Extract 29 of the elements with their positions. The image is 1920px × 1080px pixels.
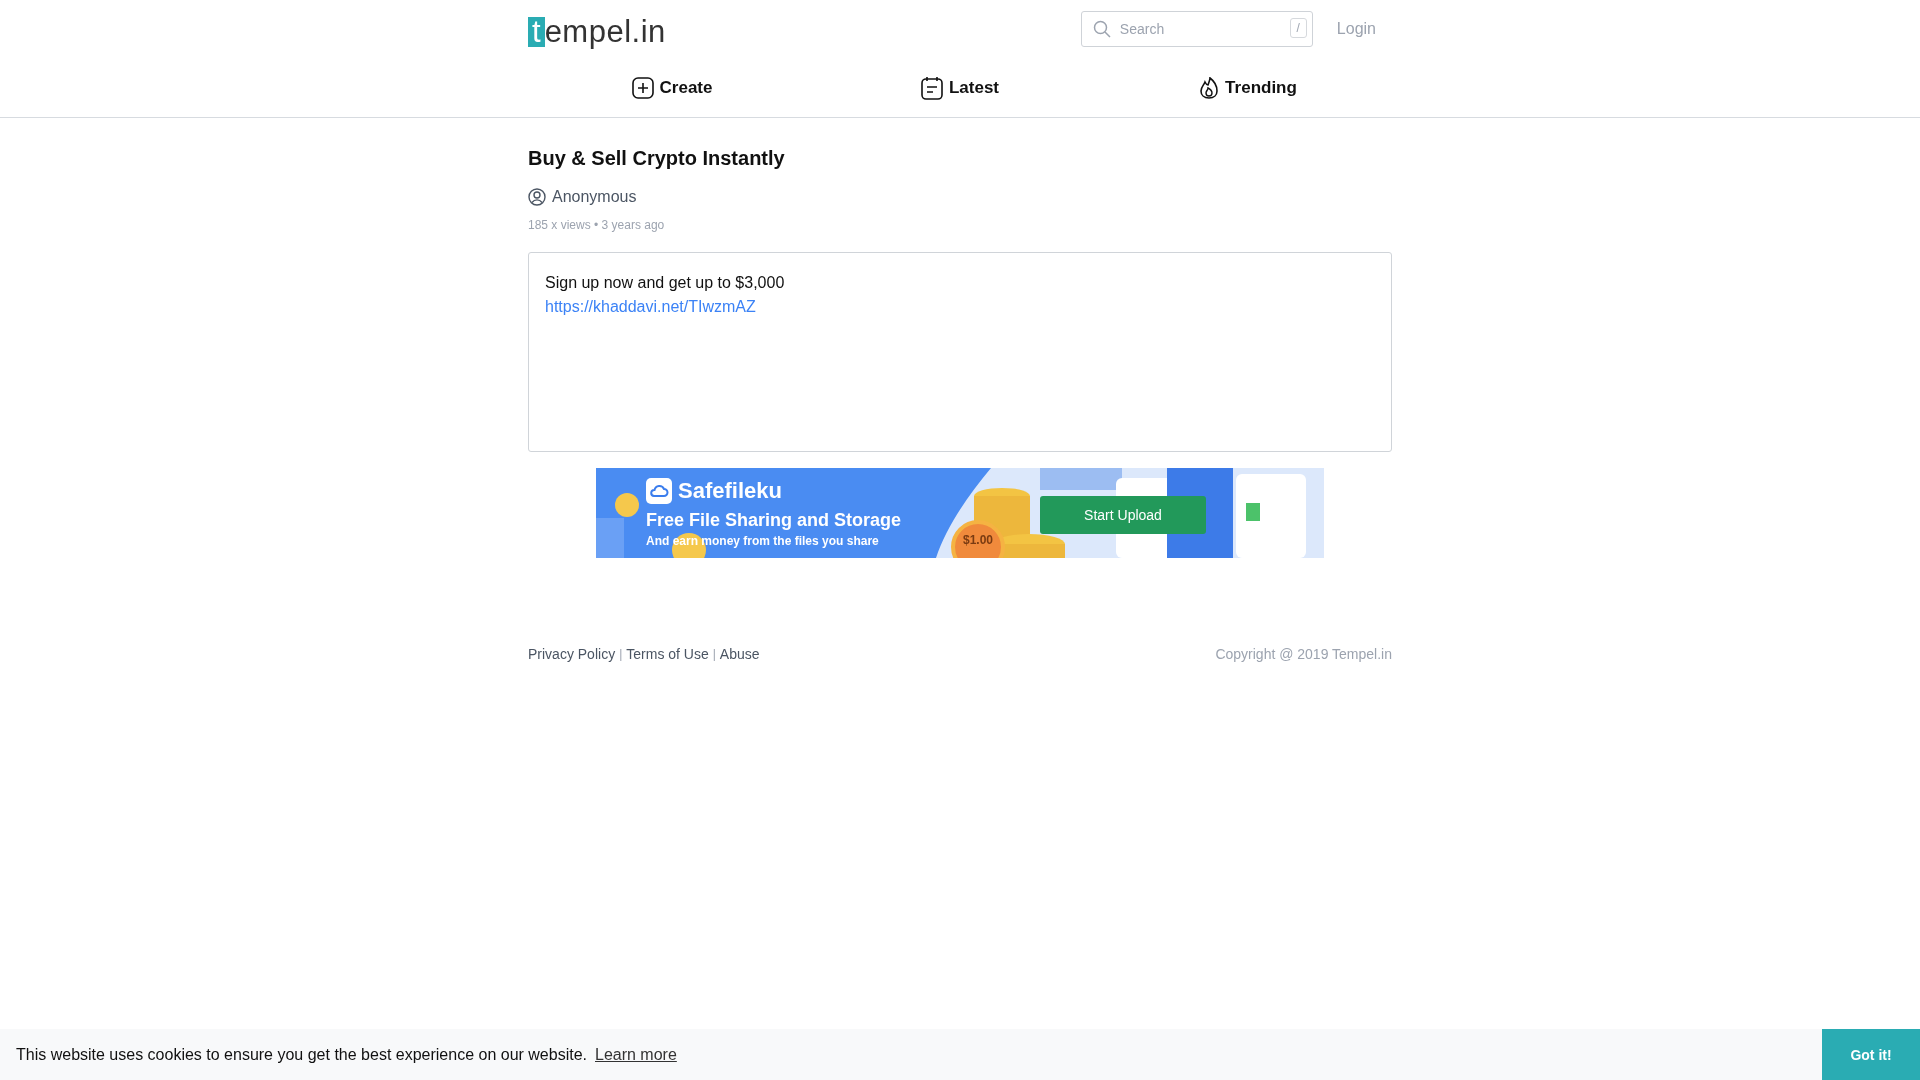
paste-title: Buy & Sell Crypto Instantly [528, 146, 786, 171]
ad-headline: Free File Sharing and Storage [646, 510, 902, 531]
separator: | [619, 647, 623, 661]
footer-link[interactable]: Terms of Use [626, 646, 709, 662]
separator: | [712, 647, 716, 661]
ad-banner[interactable]: Safefileku Free File Sharing and Storage And earn money from the files you share $1.00 Start Upload [596, 468, 1324, 558]
cloud-icon [646, 478, 672, 504]
nav-link[interactable]: Latest [816, 75, 1104, 100]
flame-icon [1199, 76, 1220, 99]
shortcut-key: / [1289, 18, 1307, 38]
search-icon [1092, 20, 1111, 38]
paste-link[interactable]: https://khaddavi.net/TIwzmAZ [545, 295, 1375, 319]
footer-link[interactable]: Abuse [719, 646, 760, 662]
start-upload-button[interactable]: Start Upload [1040, 496, 1206, 534]
paste-meta: 185 x views • 3 years ago [528, 218, 666, 232]
copyright-text: Copyright @ 2019 Tempel.in [1215, 646, 1392, 662]
plus-square-icon [631, 76, 654, 99]
learn-more-link[interactable]: Learn more [595, 1045, 677, 1064]
footer-link[interactable]: Privacy Policy [528, 646, 616, 662]
author-name: Anonymous [552, 188, 637, 206]
ad-brand: Safefileku [678, 478, 782, 504]
cookie-message: This website uses cookies to ensure you get the best experience on our website. [16, 1045, 587, 1064]
site-logo[interactable]: tempel.in [528, 15, 666, 47]
nav-link[interactable]: Trending [1104, 76, 1392, 99]
nav-link[interactable]: Create [528, 76, 816, 99]
ad-subline: And earn money from the files you share [646, 534, 880, 548]
user-circle-icon [528, 188, 546, 206]
calendar-icon [920, 75, 943, 100]
paste-text: Sign up now and get up to $3,000 [545, 273, 786, 293]
